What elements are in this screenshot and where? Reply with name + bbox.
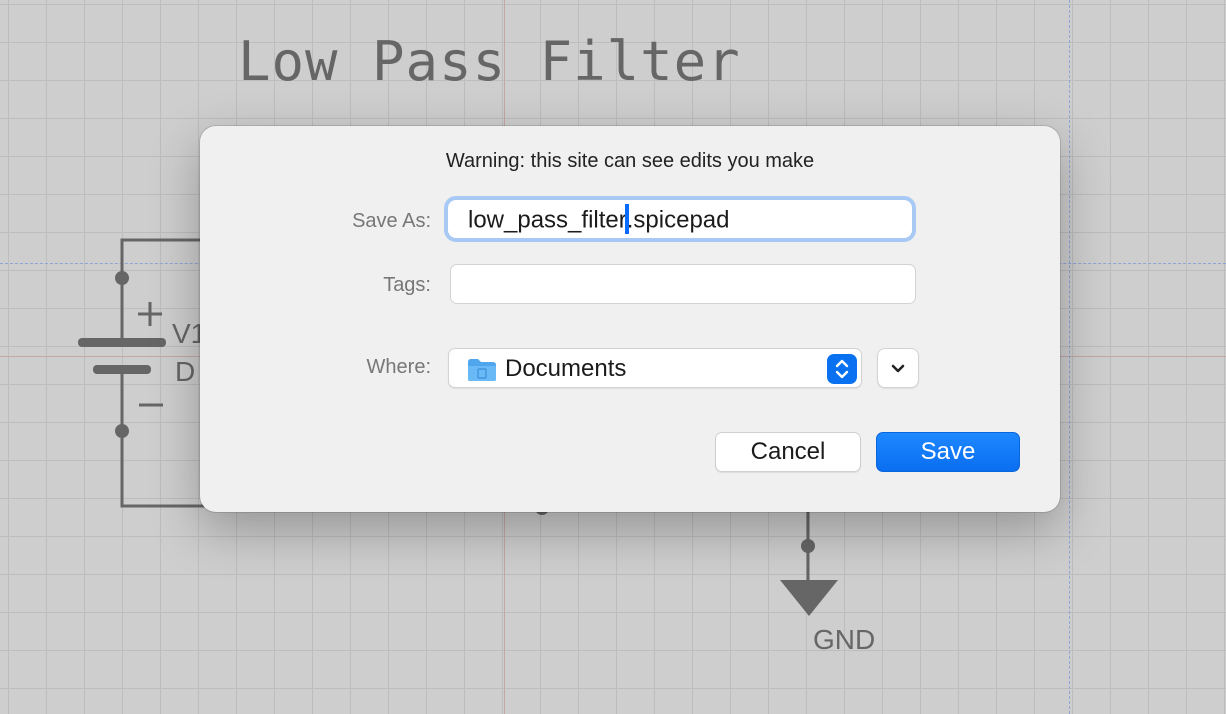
filename-text: low_pass_filter	[468, 206, 627, 234]
ground-label: GND	[813, 624, 876, 655]
battery-long-plate	[78, 338, 166, 347]
battery-short-plate	[93, 365, 151, 374]
expand-dialog-button[interactable]	[877, 348, 919, 388]
text-caret	[624, 204, 629, 234]
where-location-select[interactable]: Documents	[448, 348, 862, 388]
chevron-down-icon	[878, 364, 918, 391]
save-button[interactable]: Save	[876, 432, 1020, 472]
cancel-button[interactable]: Cancel	[715, 432, 861, 472]
site-warning: Warning: this site can see edits you mak…	[445, 150, 815, 172]
folder-icon	[467, 358, 497, 387]
where-label: Where:	[366, 356, 431, 378]
where-value: Documents	[505, 355, 627, 382]
save-dialog: Warning: this site can see edits you mak…	[200, 126, 1060, 512]
filename-extension: .spicepad	[626, 206, 730, 234]
tags-input[interactable]	[450, 264, 916, 304]
filename-input[interactable]: low_pass_filter.spicepad	[448, 200, 912, 238]
tags-label: Tags:	[383, 274, 431, 296]
up-down-chevron-icon[interactable]	[827, 354, 857, 384]
ground-symbol	[780, 580, 838, 616]
save-as-label: Save As:	[352, 210, 431, 232]
source-type-label: D	[175, 356, 196, 387]
